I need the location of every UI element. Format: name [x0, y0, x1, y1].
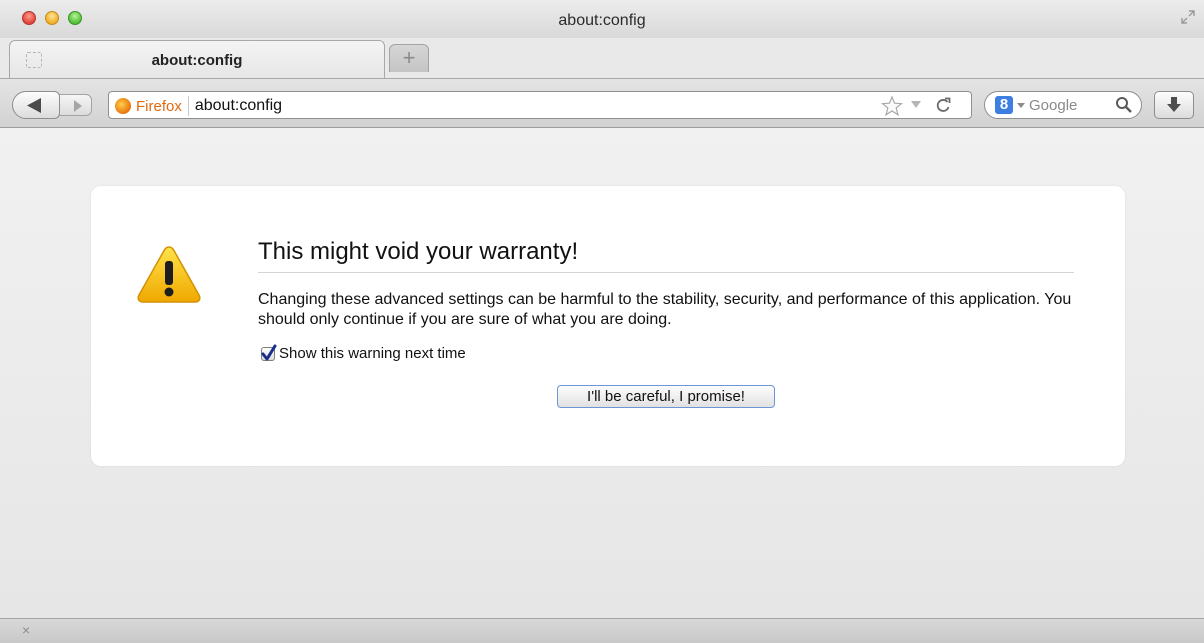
add-on-bar: ×: [0, 618, 1204, 643]
warning-description: Changing these advanced settings can be …: [258, 291, 1072, 328]
url-bar[interactable]: Firefox about:config: [108, 91, 972, 119]
tab-about-config[interactable]: about:config: [9, 40, 385, 78]
back-button[interactable]: [12, 91, 60, 119]
browser-window: about:config about:config + Firefox abou…: [0, 0, 1204, 643]
site-identity[interactable]: Firefox about:config: [115, 96, 282, 116]
firefox-icon: [115, 98, 131, 114]
page-content: This might void your warranty! Changing …: [0, 128, 1204, 618]
checkmark-icon: [261, 344, 277, 360]
url-input[interactable]: about:config: [195, 97, 282, 115]
back-arrow-icon: [27, 98, 41, 113]
warning-icon: [137, 246, 201, 303]
warning-card: This might void your warranty! Changing …: [91, 186, 1125, 466]
star-icon[interactable]: [881, 96, 903, 116]
warning-title: This might void your warranty!: [258, 238, 1074, 273]
engine-dropdown-icon[interactable]: [1017, 103, 1025, 109]
show-warning-checkbox[interactable]: [261, 344, 277, 361]
dropmarker-icon[interactable]: [911, 101, 921, 109]
tab-label: about:config: [151, 52, 243, 69]
forward-arrow-icon: [74, 100, 82, 112]
fullscreen-icon[interactable]: [1180, 9, 1196, 25]
identity-label: Firefox: [136, 97, 182, 115]
title-bar[interactable]: about:config: [0, 0, 1204, 38]
search-input[interactable]: Google: [1029, 97, 1077, 114]
back-forward-group: [12, 91, 96, 119]
close-addon-bar-icon[interactable]: ×: [22, 622, 30, 638]
window-title: about:config: [558, 12, 646, 29]
show-warning-checkbox-row[interactable]: Show this warning next time: [261, 344, 466, 362]
show-warning-label[interactable]: Show this warning next time: [279, 345, 466, 362]
search-bar[interactable]: 8 Google: [984, 91, 1142, 119]
navigation-toolbar: Firefox about:config 8 Google: [0, 78, 1204, 128]
forward-button[interactable]: [58, 94, 92, 116]
identity-divider: [187, 96, 189, 116]
new-tab-button[interactable]: +: [389, 44, 429, 72]
reload-icon[interactable]: [935, 97, 951, 113]
download-icon: [1167, 97, 1181, 112]
search-icon[interactable]: [1115, 96, 1133, 114]
search-engine-icon[interactable]: 8: [995, 96, 1013, 114]
downloads-button[interactable]: [1154, 91, 1194, 119]
accept-risk-button[interactable]: I'll be careful, I promise!: [557, 385, 775, 408]
